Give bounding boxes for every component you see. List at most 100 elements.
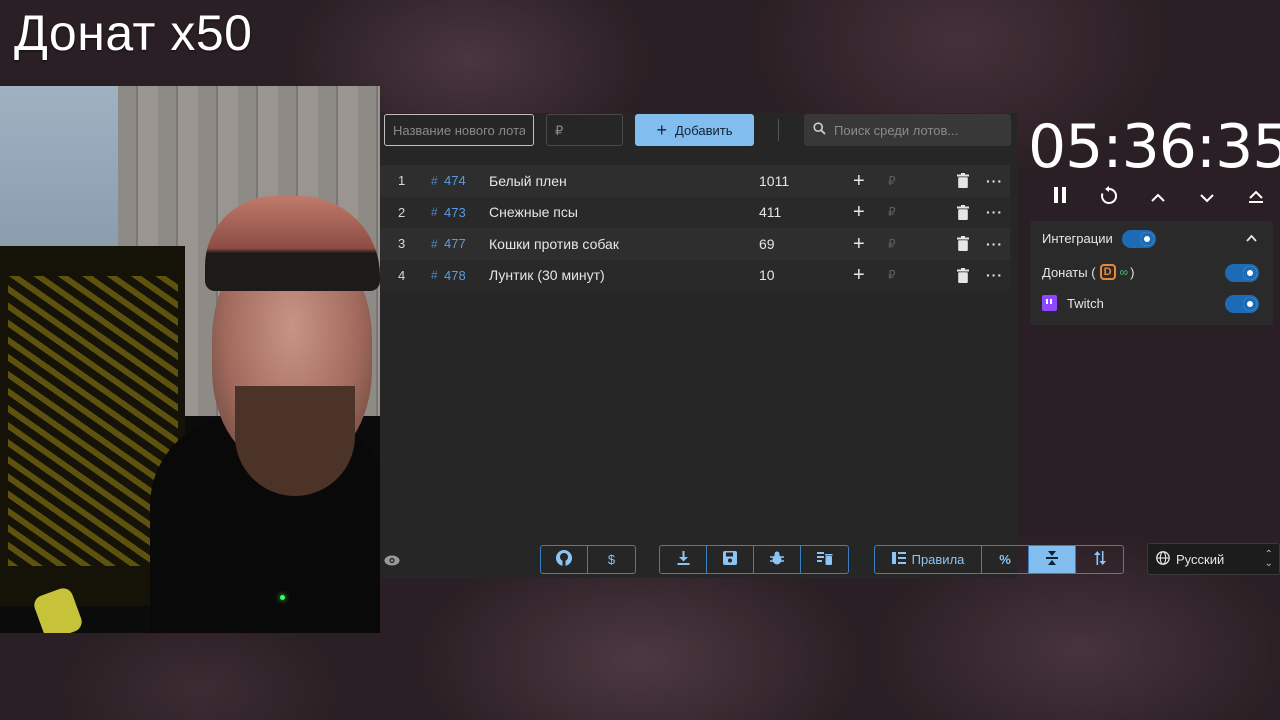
- chevron-updown-icon: ⌃ ⌄: [1264, 549, 1273, 569]
- hash-icon: #: [431, 236, 438, 251]
- lot-row: 4 # 478 Лунтик (30 минут) 10 + ₽ ···: [380, 259, 1010, 291]
- lot-id[interactable]: 473: [444, 205, 466, 220]
- integrations-header: Интеграции: [1042, 231, 1113, 246]
- delete-lot-icon[interactable]: [957, 236, 969, 251]
- lot-position: 2: [398, 204, 406, 220]
- more-options-icon[interactable]: ···: [986, 204, 1003, 220]
- donations-integration: Донаты ( D ∞ ): [1042, 264, 1134, 280]
- eye-icon[interactable]: [384, 553, 400, 569]
- more-options-icon[interactable]: ···: [986, 267, 1003, 283]
- add-amount-button[interactable]: +: [853, 171, 865, 191]
- dollar-icon: $: [607, 552, 616, 567]
- webcam-led: [280, 595, 285, 600]
- compress-icon: [1046, 550, 1058, 569]
- clear-list-icon: [816, 551, 833, 568]
- rules-button[interactable]: Правила: [875, 546, 982, 573]
- add-lot-button[interactable]: + Добавить: [635, 114, 754, 146]
- percent-icon: %: [999, 552, 1011, 567]
- integrations-toggle[interactable]: [1122, 230, 1156, 248]
- language-select[interactable]: Русский ⌃ ⌄: [1147, 543, 1280, 575]
- lot-id[interactable]: 474: [444, 173, 466, 188]
- save-button[interactable]: [707, 546, 754, 573]
- plus-icon: +: [656, 120, 668, 140]
- sort-button[interactable]: [1076, 546, 1123, 573]
- delete-lot-icon[interactable]: [957, 267, 969, 283]
- more-options-icon[interactable]: ···: [986, 173, 1003, 189]
- donate-button[interactable]: $: [588, 546, 635, 573]
- lot-name[interactable]: Снежные псы: [489, 204, 578, 220]
- rules-button-label: Правила: [911, 552, 965, 567]
- lot-position: 3: [398, 236, 406, 252]
- search-icon: [804, 122, 834, 138]
- auction-timer: 05:36:35: [1024, 108, 1280, 228]
- lot-id[interactable]: 478: [444, 268, 466, 283]
- donations-toggle[interactable]: [1225, 264, 1259, 282]
- clear-list-button[interactable]: [801, 546, 848, 573]
- timer-display: 05:36:35: [1028, 112, 1280, 182]
- delete-lot-icon[interactable]: [957, 173, 969, 188]
- chevron-up-icon[interactable]: [1146, 186, 1170, 210]
- lot-position: 4: [398, 267, 406, 283]
- chevron-up-icon[interactable]: [1246, 230, 1257, 245]
- lot-id[interactable]: 477: [444, 236, 466, 251]
- hash-icon: #: [431, 173, 438, 188]
- lot-name[interactable]: Лунтик (30 минут): [489, 267, 605, 283]
- save-icon: [723, 551, 737, 568]
- twitch-label: Twitch: [1067, 295, 1104, 311]
- auction-panel: + Добавить 1 # 474 Белый плен 1011 + ₽ ·…: [380, 113, 1280, 578]
- lot-extra-currency: ₽: [888, 173, 896, 188]
- percent-button[interactable]: %: [982, 546, 1029, 573]
- lot-extra-currency: ₽: [888, 236, 896, 251]
- add-amount-button[interactable]: +: [853, 265, 865, 285]
- hash-icon: #: [431, 268, 438, 283]
- twitch-icon: [1042, 295, 1057, 311]
- add-amount-button[interactable]: +: [853, 234, 865, 254]
- lot-row: 2 # 473 Снежные псы 411 + ₽ ···: [380, 196, 1010, 228]
- chevron-down-icon[interactable]: [1195, 186, 1219, 210]
- new-lot-name-input[interactable]: [384, 114, 534, 146]
- bottom-toolbar: $ Правила %: [380, 545, 1124, 575]
- rules-icon: [891, 552, 906, 567]
- lot-position: 1: [398, 173, 406, 189]
- hash-icon: #: [431, 205, 438, 220]
- download-button[interactable]: [660, 546, 707, 573]
- github-button[interactable]: [541, 546, 588, 573]
- webcam-feed: [0, 86, 380, 633]
- twitch-toggle[interactable]: [1225, 295, 1259, 313]
- donations-label-suffix: ): [1130, 264, 1135, 280]
- donatepay-icon: ∞: [1119, 265, 1128, 279]
- delete-lot-icon[interactable]: [957, 204, 969, 220]
- globe-icon: [1156, 550, 1170, 568]
- twitch-integration: Twitch: [1042, 295, 1104, 311]
- donations-label-prefix: Донаты (: [1042, 264, 1096, 280]
- bug-report-button[interactable]: [754, 546, 801, 573]
- stream-overlay-title: Донат x50: [14, 5, 253, 61]
- eject-icon[interactable]: [1244, 186, 1268, 210]
- lot-toolbar: + Добавить: [380, 113, 1017, 150]
- lot-amount[interactable]: 411: [759, 204, 781, 220]
- lot-search[interactable]: [804, 114, 1011, 146]
- more-options-icon[interactable]: ···: [986, 236, 1003, 252]
- lot-amount[interactable]: 69: [759, 236, 775, 252]
- data-button-group: [659, 545, 849, 574]
- compress-button[interactable]: [1029, 546, 1076, 573]
- lot-name[interactable]: Белый плен: [489, 173, 567, 189]
- language-value: Русский: [1176, 551, 1225, 567]
- donationalerts-icon: D: [1099, 264, 1116, 280]
- download-icon: [677, 551, 690, 568]
- reset-icon[interactable]: [1097, 186, 1121, 210]
- add-lot-button-label: Добавить: [675, 122, 733, 138]
- lot-extra-currency: ₽: [888, 268, 896, 283]
- lot-search-input[interactable]: [834, 122, 1004, 138]
- toolbar-divider: [778, 119, 779, 141]
- lot-amount[interactable]: 10: [759, 267, 775, 283]
- lot-name[interactable]: Кошки против собак: [489, 236, 619, 252]
- timer-controls: [1048, 186, 1268, 210]
- new-lot-price-input[interactable]: [546, 114, 623, 146]
- lot-list: 1 # 474 Белый плен 1011 + ₽ ··· 2 # 473 …: [380, 165, 1010, 291]
- github-icon: [555, 549, 573, 570]
- lot-amount[interactable]: 1011: [759, 173, 789, 189]
- pause-icon[interactable]: [1048, 186, 1072, 210]
- lot-extra-currency: ₽: [888, 205, 896, 220]
- add-amount-button[interactable]: +: [853, 202, 865, 222]
